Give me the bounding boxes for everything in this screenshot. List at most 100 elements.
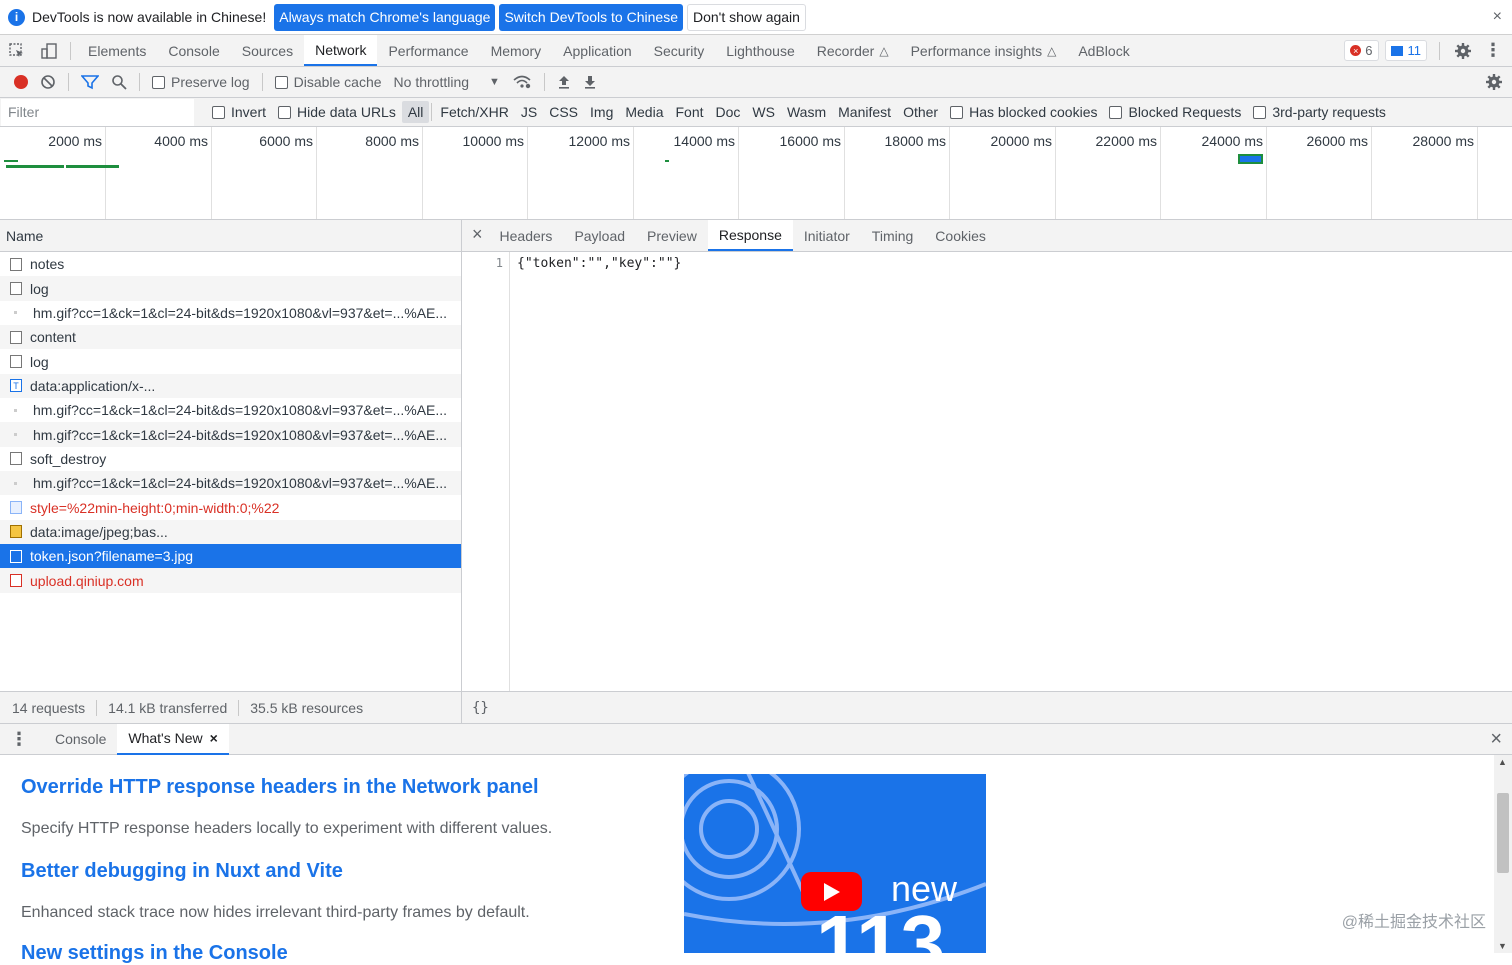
invert-checkbox[interactable]: Invert [206,101,272,123]
filter-type-fetch-xhr[interactable]: Fetch/XHR [434,101,514,123]
record-button[interactable] [8,69,34,96]
filter-type-all[interactable]: All [401,101,430,123]
settings-gear-icon[interactable] [1446,35,1480,66]
has-blocked-cookies-checkbox[interactable]: Has blocked cookies [944,101,1103,123]
timeline-tick: 2000 ms [0,127,106,219]
request-row[interactable]: Tdata:application/x-... [0,373,461,399]
tab-elements[interactable]: Elements [77,35,157,66]
request-row[interactable]: hm.gif?cc=1&ck=1&cl=24-bit&ds=1920x1080&… [0,422,461,447]
request-row[interactable]: data:image/jpeg;bas... [0,519,461,545]
drawer-tab-label: What's New [128,730,203,746]
tab-timing[interactable]: Timing [861,220,925,251]
filter-type-img[interactable]: Img [584,101,619,123]
request-row[interactable]: upload.qiniup.com [0,568,461,593]
tab-adblock[interactable]: AdBlock [1067,35,1140,66]
filter-type-doc[interactable]: Doc [710,101,747,123]
request-row[interactable]: log [0,349,461,373]
filter-type-ws[interactable]: WS [746,101,781,123]
search-button[interactable] [105,69,133,96]
feature-title[interactable]: Override HTTP response headers in the Ne… [21,776,539,799]
request-row[interactable]: soft_destroy [0,447,461,471]
scrollbar[interactable]: ▲ ▼ [1494,755,1512,953]
network-conditions-button[interactable] [506,69,538,96]
request-row[interactable]: hm.gif?cc=1&ck=1&cl=24-bit&ds=1920x1080&… [0,471,461,496]
tab-performance-insights[interactable]: Performance insights △ [900,35,1068,66]
checkbox-box [152,75,165,89]
tab-preview[interactable]: Preview [636,220,708,251]
tab-lighthouse[interactable]: Lighthouse [715,35,806,66]
filter-toggle[interactable] [75,69,105,96]
tab-performance[interactable]: Performance [377,35,479,66]
request-row[interactable]: hm.gif?cc=1&ck=1&cl=24-bit&ds=1920x1080&… [0,398,461,422]
request-row[interactable]: hm.gif?cc=1&ck=1&cl=24-bit&ds=1920x1080&… [0,301,461,325]
filter-type-other[interactable]: Other [897,101,944,123]
filter-type-wasm[interactable]: Wasm [781,101,832,123]
preserve-log-checkbox[interactable]: Preserve log [146,69,256,96]
messages-badge[interactable]: 11 [1384,40,1427,61]
export-har-button[interactable] [577,69,603,96]
tab-sources[interactable]: Sources [231,35,304,66]
pretty-print-button[interactable]: {} [462,691,1512,723]
request-row-selected[interactable]: token.json?filename=3.jpg [0,544,461,569]
filter-type-css[interactable]: CSS [543,101,584,123]
tab-payload[interactable]: Payload [563,220,636,251]
tab-cookies[interactable]: Cookies [924,220,997,251]
filter-type-media[interactable]: Media [619,101,669,123]
hide-data-urls-checkbox[interactable]: Hide data URLs [272,101,402,123]
document-icon [10,355,22,369]
more-options-icon[interactable]: ⋮ [1480,35,1512,66]
close-tab-icon[interactable]: × [210,730,218,746]
inspect-element-icon[interactable] [0,35,34,66]
drawer-menu-icon[interactable]: ⋮ [10,729,44,750]
request-row[interactable]: log [0,276,461,301]
tab-security[interactable]: Security [643,35,716,66]
filter-input[interactable]: Filter [1,98,194,126]
scroll-up-icon[interactable]: ▲ [1498,757,1507,767]
filter-type-font[interactable]: Font [670,101,710,123]
timeline-overview[interactable]: 2000 ms 4000 ms 6000 ms 8000 ms 10000 ms… [0,127,1512,220]
tick-label: 10000 ms [462,133,524,149]
import-har-button[interactable] [551,69,577,96]
blocked-requests-checkbox[interactable]: Blocked Requests [1103,101,1247,123]
errors-badge[interactable]: × 6 [1344,40,1379,61]
pixel-icon [14,311,17,315]
network-settings-gear-icon[interactable] [1479,69,1512,96]
request-row[interactable]: style=%22min-height:0;min-width:0;%22 [0,495,461,519]
scrollbar-thumb[interactable] [1497,793,1509,873]
tab-headers[interactable]: Headers [489,220,564,251]
response-editor[interactable]: 1 {"token":"","key":""} [462,252,1512,691]
request-row[interactable]: notes [0,252,461,276]
drawer-tab-whats-new[interactable]: What's New × [117,723,229,755]
close-icon[interactable]: × [1493,8,1502,26]
tab-network[interactable]: Network [304,35,378,66]
tab-memory[interactable]: Memory [480,35,553,66]
disable-cache-checkbox[interactable]: Disable cache [269,69,388,96]
tab-application[interactable]: Application [552,35,643,66]
device-toolbar-icon[interactable] [34,35,64,66]
watermark: @稀土掘金技术社区 [1341,914,1486,931]
requests-count: 14 requests [12,699,98,716]
scroll-down-icon[interactable]: ▼ [1498,941,1507,951]
feature-title[interactable]: Better debugging in Nuxt and Vite [21,860,343,883]
request-row[interactable]: content [0,325,461,350]
tab-recorder[interactable]: Recorder △ [806,35,900,66]
tab-response[interactable]: Response [707,220,793,251]
tab-console[interactable]: Console [157,35,230,66]
close-drawer-icon[interactable]: × [1490,728,1512,751]
third-party-requests-checkbox[interactable]: 3rd-party requests [1247,101,1392,123]
response-body-line[interactable]: {"token":"","key":""} [517,256,681,271]
dont-show-again-button[interactable]: Don't show again [686,3,806,31]
request-bar [66,165,119,168]
throttling-select[interactable]: No throttling ▼ [388,69,506,96]
filter-type-js[interactable]: JS [515,101,543,123]
filter-type-manifest[interactable]: Manifest [832,101,897,123]
switch-to-chinese-button[interactable]: Switch DevTools to Chinese [499,3,683,31]
clear-button[interactable] [34,69,62,96]
close-detail-icon[interactable]: × [470,224,489,248]
video-thumbnail[interactable]: new 113 [684,774,986,953]
tab-initiator[interactable]: Initiator [793,220,861,251]
always-match-language-button[interactable]: Always match Chrome's language [274,3,496,31]
drawer-tab-console[interactable]: Console [44,724,117,755]
feature-title[interactable]: New settings in the Console [21,942,288,965]
column-header-name[interactable]: Name [0,220,461,252]
